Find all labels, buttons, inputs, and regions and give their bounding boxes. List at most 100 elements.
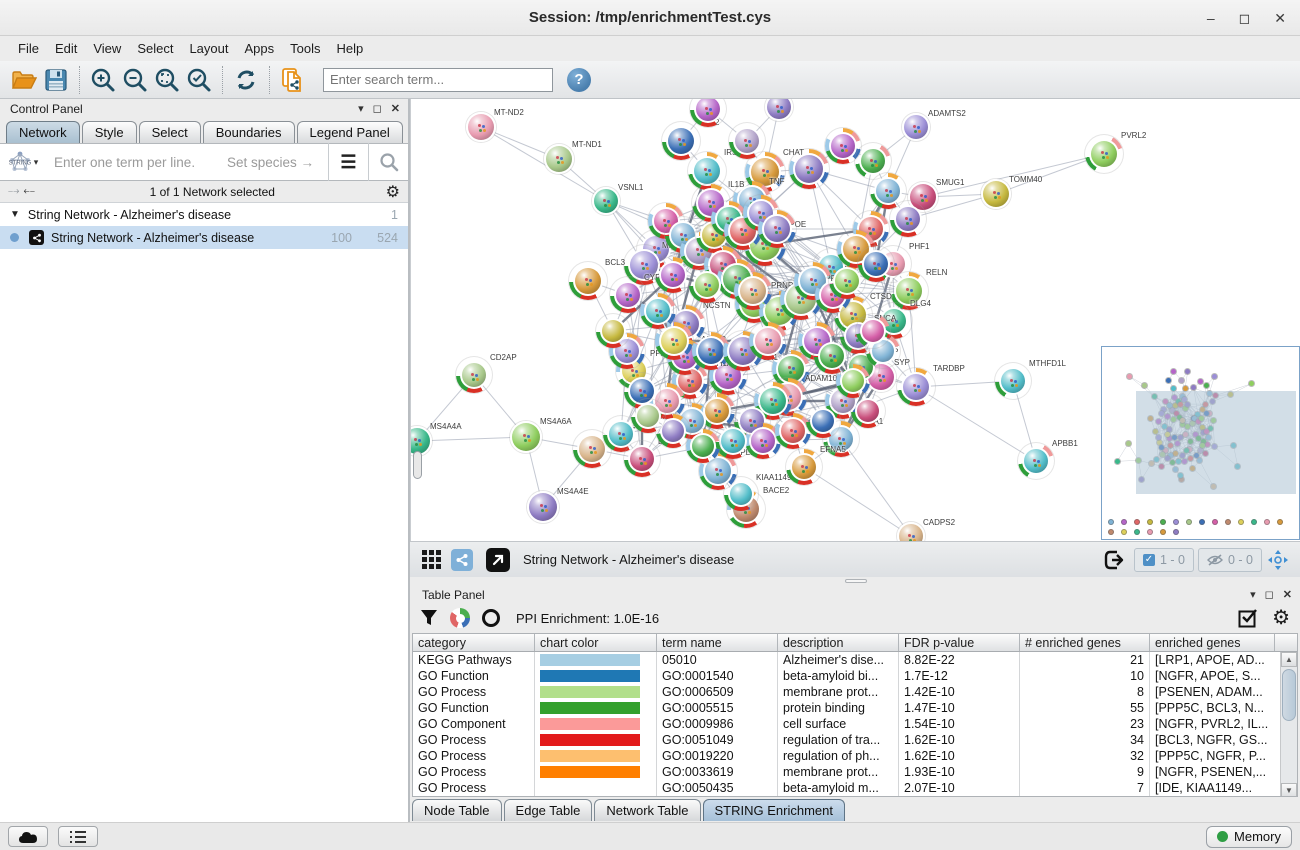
network-node[interactable] (686, 429, 720, 463)
table-row[interactable]: GO ProcessGO:0019220regulation of ph...1… (413, 748, 1297, 764)
select-all-checkbox-icon[interactable] (1238, 608, 1258, 628)
network-share-button[interactable] (451, 549, 473, 571)
network-node-adamts2[interactable]: ADAMTS2 (902, 113, 930, 141)
menu-file[interactable]: File (10, 38, 47, 59)
column-header-1[interactable]: chart color (535, 634, 657, 651)
menu-layout[interactable]: Layout (181, 38, 236, 59)
network-node[interactable] (858, 246, 894, 282)
string-logo-dropdown[interactable]: STRING ▾ (0, 150, 46, 174)
column-header-2[interactable]: term name (657, 634, 778, 651)
network-node-kiaa1149[interactable]: KIAA1149 (724, 477, 758, 511)
table-tab-node-table[interactable]: Node Table (412, 799, 502, 821)
refresh-button[interactable] (230, 65, 262, 95)
network-node-vsnl1[interactable]: VSNL1 (592, 187, 620, 215)
divider-grip[interactable] (845, 579, 867, 583)
network-row-selected[interactable]: String Network - Alzheimer's disease 100… (0, 226, 408, 249)
tab-style[interactable]: Style (82, 121, 137, 143)
string-query-input[interactable]: Enter one term per line. Set species → (46, 155, 328, 170)
table-row[interactable]: GO ProcessGO:0006509membrane prot...1.42… (413, 684, 1297, 700)
column-header-5[interactable]: # enriched genes (1020, 634, 1150, 651)
hidden-count-badge[interactable]: 0 - 0 (1198, 548, 1262, 572)
network-node-gab2[interactable]: GAB2 (662, 122, 700, 160)
network-node[interactable] (729, 123, 765, 159)
birdseye-viewport-rect[interactable] (1136, 391, 1296, 494)
panel-divider[interactable] (410, 577, 1300, 585)
menu-view[interactable]: View (85, 38, 129, 59)
network-node[interactable] (655, 322, 693, 360)
minimize-button[interactable]: – (1207, 11, 1215, 25)
tab-select[interactable]: Select (139, 121, 201, 143)
network-node[interactable] (851, 394, 885, 428)
tab-network[interactable]: Network (6, 121, 80, 143)
zoom-in-button[interactable] (87, 65, 119, 95)
table-row[interactable]: GO ProcessGO:0050435beta-amyloid m...2.0… (413, 780, 1297, 796)
network-node-bcl3[interactable]: BCL3 (569, 262, 607, 300)
collapse-all-icon[interactable]: ⤍ (8, 185, 19, 198)
table-row[interactable]: GO FunctionGO:0001540beta-amyloid bi...1… (413, 668, 1297, 684)
table-row[interactable]: GO ProcessGO:0033619membrane prot...1.93… (413, 764, 1297, 780)
panel-menu-icon[interactable]: ▾ (358, 104, 364, 115)
panel-close-icon[interactable]: ✕ (391, 104, 400, 115)
network-node-mthfd1l[interactable]: MTHFD1L (995, 363, 1031, 399)
network-node[interactable] (890, 201, 926, 237)
network-node-ms4a4e[interactable]: MS4A4E (527, 491, 559, 523)
zoom-fit-button[interactable] (151, 65, 183, 95)
memory-button[interactable]: Memory (1206, 826, 1292, 848)
menu-edit[interactable]: Edit (47, 38, 85, 59)
table-row[interactable]: GO FunctionGO:0005515protein binding1.47… (413, 700, 1297, 716)
table-row[interactable]: GO ComponentGO:0009986cell surface1.54E-… (413, 716, 1297, 732)
menu-help[interactable]: Help (329, 38, 372, 59)
network-node-ache[interactable]: ACHE (789, 149, 829, 189)
network-node-apbb1[interactable]: APBB1 (1018, 443, 1054, 479)
clone-network-button[interactable] (277, 65, 309, 95)
table-scrollbar[interactable]: ▲ ▼ (1280, 652, 1297, 797)
network-node-efna5[interactable]: EFNA5 (786, 449, 822, 485)
column-header-0[interactable]: category (413, 634, 535, 651)
network-node[interactable] (596, 314, 630, 348)
network-node[interactable] (758, 210, 796, 248)
birdseye-toggle-button[interactable] (1265, 547, 1291, 573)
string-search-button[interactable] (368, 143, 408, 181)
help-button[interactable]: ? (567, 68, 591, 92)
donut-chart-icon[interactable] (450, 608, 470, 628)
network-node-tardbp[interactable]: TARDBP (897, 368, 935, 406)
network-collection-row[interactable]: ▼ String Network - Alzheimer's disease 1 (0, 203, 408, 226)
string-options-button[interactable]: ☰ (328, 143, 368, 181)
ring-chart-icon[interactable] (482, 609, 500, 627)
cloud-tasks-button[interactable] (8, 826, 48, 847)
network-node[interactable] (631, 399, 665, 433)
tree-expand-icon[interactable]: ▼ (10, 209, 20, 220)
panel-collapse-handle[interactable] (413, 451, 422, 479)
filter-icon[interactable] (420, 609, 438, 627)
export-network-button[interactable] (1101, 547, 1127, 573)
panel-menu-icon[interactable]: ▾ (1250, 590, 1256, 601)
close-button[interactable]: ✕ (1274, 11, 1286, 25)
network-node-mt-nd2[interactable]: MT-ND2 (466, 112, 496, 142)
panel-float-icon[interactable]: ◻ (1265, 590, 1274, 601)
table-tab-network-table[interactable]: Network Table (594, 799, 700, 821)
column-header-6[interactable]: enriched genes (1150, 634, 1275, 651)
network-node-bin1[interactable]: BIN1 (624, 441, 660, 477)
table-tab-edge-table[interactable]: Edge Table (504, 799, 593, 821)
network-node-cd2ap[interactable]: CD2AP (456, 357, 492, 393)
maximize-button[interactable]: ◻ (1239, 11, 1251, 25)
menu-select[interactable]: Select (129, 38, 181, 59)
table-row[interactable]: GO ProcessGO:0051049regulation of tra...… (413, 732, 1297, 748)
network-gear-icon[interactable]: ⚙ (386, 182, 400, 202)
column-header-3[interactable]: description (778, 634, 899, 651)
network-node[interactable] (749, 322, 787, 360)
birdseye-view[interactable] (1101, 346, 1300, 540)
scroll-up-arrow[interactable]: ▲ (1281, 652, 1297, 667)
network-node-mt-nd1[interactable]: MT-ND1 (544, 144, 574, 174)
zoom-out-button[interactable] (119, 65, 151, 95)
table-tab-string-enrichment[interactable]: STRING Enrichment (703, 799, 845, 821)
network-node-tomm40[interactable]: TOMM40 (981, 179, 1011, 209)
network-node[interactable] (836, 364, 870, 398)
open-session-button[interactable] (8, 65, 40, 95)
network-node[interactable] (715, 423, 751, 459)
network-node[interactable] (655, 257, 691, 293)
menu-tools[interactable]: Tools (282, 38, 328, 59)
zoom-selected-button[interactable] (183, 65, 215, 95)
table-row[interactable]: KEGG Pathways05010Alzheimer's dise...8.8… (413, 652, 1297, 668)
network-node-pvrl2[interactable]: PVRL2 (1085, 135, 1123, 173)
